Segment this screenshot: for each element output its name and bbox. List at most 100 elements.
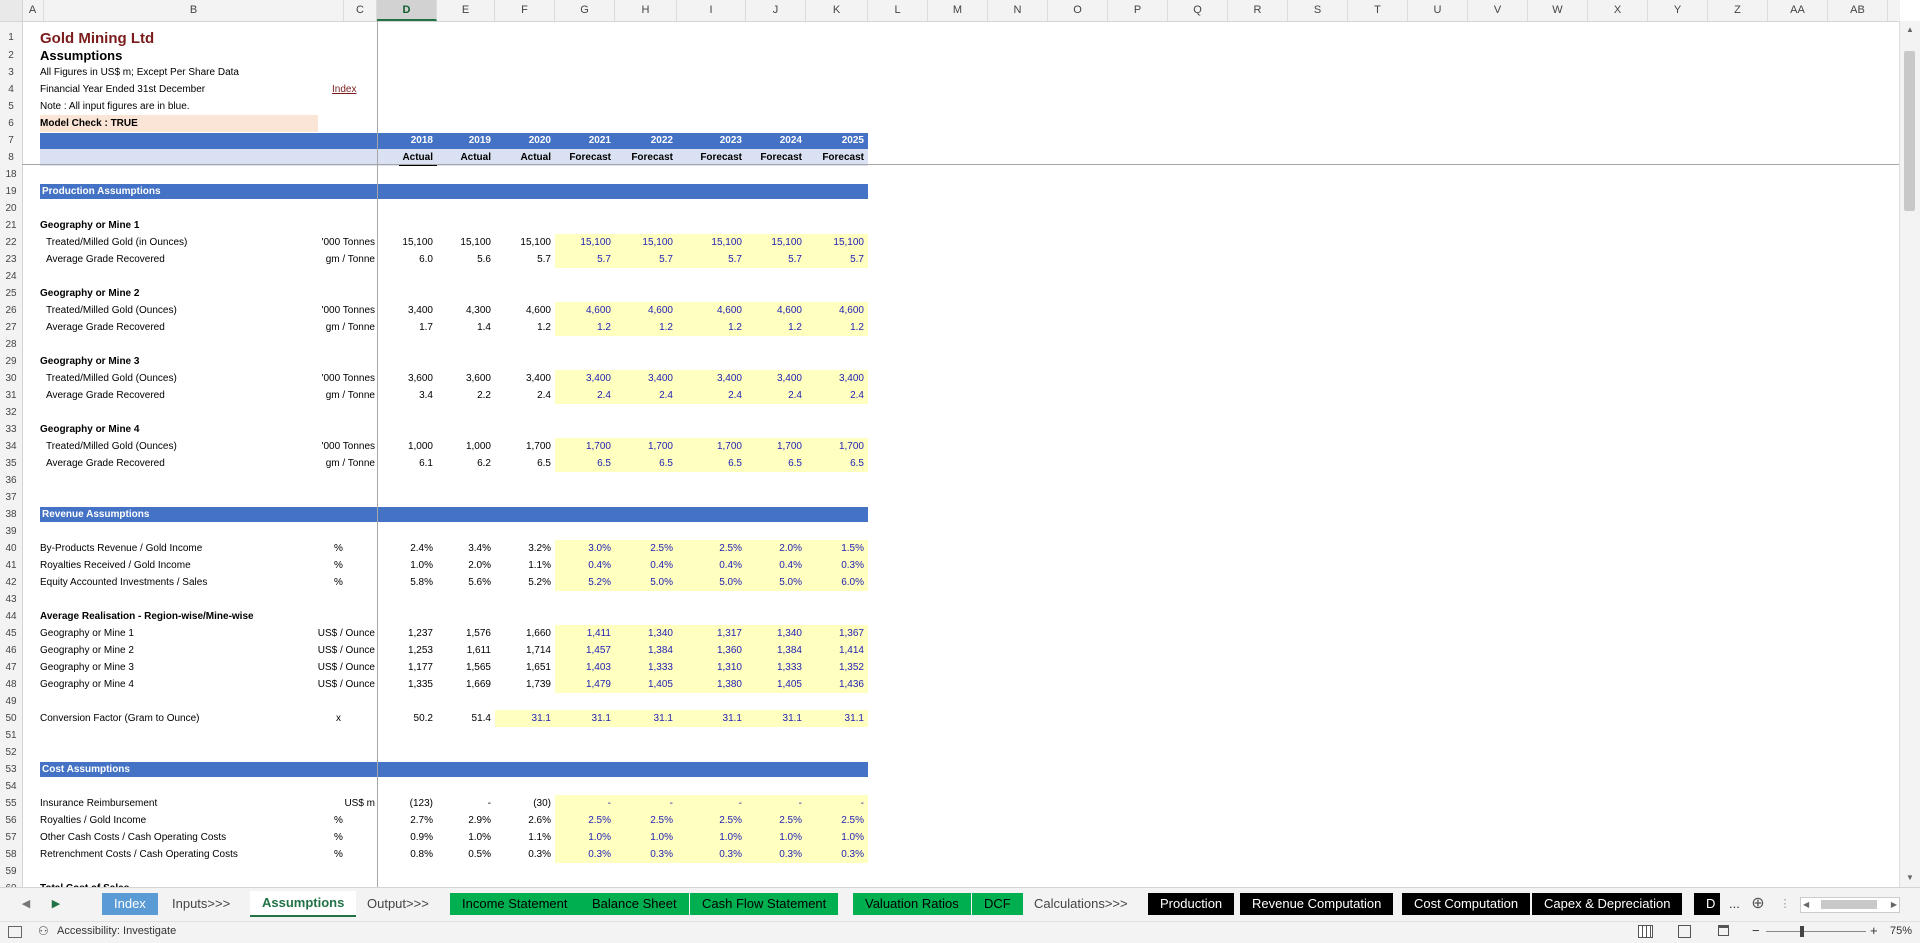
value-cell-2023[interactable]: 4,600 [677,302,746,319]
row-header-45[interactable]: 45 [0,625,22,642]
value-cell-2022[interactable]: 1,384 [615,642,677,659]
row-header-49[interactable]: 49 [0,693,22,710]
value-cell-2019[interactable]: 1.0% [437,829,495,846]
index-link[interactable]: Index [332,81,372,98]
column-header-i[interactable]: I [677,0,746,21]
value-cell-2024[interactable]: 5.0% [746,574,806,591]
column-header-ab[interactable]: AB [1828,0,1888,21]
row-header-5[interactable]: 5 [0,98,22,115]
value-cell-2018[interactable]: 50.2 [377,710,437,727]
value-cell-2023[interactable]: 1,380 [677,676,746,693]
value-cell-2025[interactable]: 3,400 [806,370,868,387]
value-cell-2021[interactable]: 0.3% [555,846,615,863]
value-cell-2024[interactable]: 2.5% [746,812,806,829]
zoom-out-icon[interactable]: − [1752,923,1760,938]
value-cell-2023[interactable]: 1,310 [677,659,746,676]
value-cell-2018[interactable]: 1.7 [377,319,437,336]
value-cell-2020[interactable]: (30) [495,795,555,812]
row-header-21[interactable]: 21 [0,217,22,234]
value-cell-2019[interactable]: 2.9% [437,812,495,829]
value-cell-2024[interactable]: 2.4 [746,387,806,404]
column-header-f[interactable]: F [495,0,555,21]
value-cell-2022[interactable]: 5.0% [615,574,677,591]
value-cell-2025[interactable]: - [806,795,868,812]
value-cell-2018[interactable]: (123) [377,795,437,812]
sheet-tab-calculations[interactable]: Calculations>>> [1022,893,1140,915]
value-cell-2022[interactable]: 1,405 [615,676,677,693]
value-cell-2023[interactable]: 1.2 [677,319,746,336]
value-cell-2018[interactable]: 5.8% [377,574,437,591]
value-cell-2022[interactable]: 3,400 [615,370,677,387]
row-header-6[interactable]: 6 [0,115,22,132]
row-header-50[interactable]: 50 [0,710,22,727]
zoom-slider-thumb[interactable] [1800,926,1805,937]
value-cell-2024[interactable]: 1,340 [746,625,806,642]
value-cell-2021[interactable]: 1.0% [555,829,615,846]
value-cell-2025[interactable]: 1.2 [806,319,868,336]
column-header-k[interactable]: K [806,0,868,21]
value-cell-2020[interactable]: 1,714 [495,642,555,659]
value-cell-2018[interactable]: 1,253 [377,642,437,659]
value-cell-2020[interactable]: 1,700 [495,438,555,455]
value-cell-2023[interactable]: 6.5 [677,455,746,472]
row-header-36[interactable]: 36 [0,472,22,489]
row-header-29[interactable]: 29 [0,353,22,370]
value-cell-2025[interactable]: 1,352 [806,659,868,676]
value-cell-2021[interactable]: 1.2 [555,319,615,336]
value-cell-2022[interactable]: 2.5% [615,540,677,557]
row-header-27[interactable]: 27 [0,319,22,336]
value-cell-2025[interactable]: 1,700 [806,438,868,455]
value-cell-2021[interactable]: 2.5% [555,812,615,829]
value-cell-2024[interactable]: 2.0% [746,540,806,557]
value-cell-2024[interactable]: 15,100 [746,234,806,251]
value-cell-2023[interactable]: 0.3% [677,846,746,863]
hscroll-thumb[interactable] [1821,900,1877,909]
column-header-z[interactable]: Z [1708,0,1768,21]
row-header-26[interactable]: 26 [0,302,22,319]
add-sheet-icon[interactable]: ⊕ [1748,893,1768,915]
hscroll-right-icon[interactable]: ▶ [1891,898,1897,912]
value-cell-2023[interactable]: 1.0% [677,829,746,846]
value-cell-2025[interactable]: 15,100 [806,234,868,251]
value-cell-2020[interactable]: 5.2% [495,574,555,591]
row-header-34[interactable]: 34 [0,438,22,455]
accessibility-icon[interactable]: ⚇ [38,924,49,938]
sheet-tab-index[interactable]: Index [102,893,158,915]
value-cell-2023[interactable]: 5.7 [677,251,746,268]
value-cell-2019[interactable]: 51.4 [437,710,495,727]
row-header-41[interactable]: 41 [0,557,22,574]
row-header-32[interactable]: 32 [0,404,22,421]
value-cell-2020[interactable]: 1,739 [495,676,555,693]
column-header-s[interactable]: S [1288,0,1348,21]
value-cell-2022[interactable]: 1.2 [615,319,677,336]
row-header-60[interactable]: 60 [0,880,22,887]
value-cell-2019[interactable]: 1,611 [437,642,495,659]
value-cell-2020[interactable]: 1,660 [495,625,555,642]
row-header-56[interactable]: 56 [0,812,22,829]
value-cell-2018[interactable]: 2.7% [377,812,437,829]
value-cell-2018[interactable]: 1,335 [377,676,437,693]
sheet-tab-assumptions[interactable]: Assumptions [250,891,357,917]
value-cell-2020[interactable]: 6.5 [495,455,555,472]
value-cell-2018[interactable]: 0.8% [377,846,437,863]
row-header-22[interactable]: 22 [0,234,22,251]
value-cell-2025[interactable]: 0.3% [806,846,868,863]
row-header-43[interactable]: 43 [0,591,22,608]
value-cell-2022[interactable]: 31.1 [615,710,677,727]
value-cell-2021[interactable]: 1,479 [555,676,615,693]
value-cell-2018[interactable]: 1,237 [377,625,437,642]
value-cell-2021[interactable]: 3.0% [555,540,615,557]
page-layout-view-icon[interactable] [1678,925,1691,938]
value-cell-2024[interactable]: 1,700 [746,438,806,455]
value-cell-2023[interactable]: 1,317 [677,625,746,642]
row-header-53[interactable]: 53 [0,761,22,778]
row-header-30[interactable]: 30 [0,370,22,387]
value-cell-2018[interactable]: 1,177 [377,659,437,676]
value-cell-2025[interactable]: 2.5% [806,812,868,829]
value-cell-2024[interactable]: 1,384 [746,642,806,659]
value-cell-2019[interactable]: 5.6% [437,574,495,591]
value-cell-2020[interactable]: 1.1% [495,557,555,574]
value-cell-2018[interactable]: 1,000 [377,438,437,455]
value-cell-2019[interactable]: 2.2 [437,387,495,404]
value-cell-2025[interactable]: 1,367 [806,625,868,642]
